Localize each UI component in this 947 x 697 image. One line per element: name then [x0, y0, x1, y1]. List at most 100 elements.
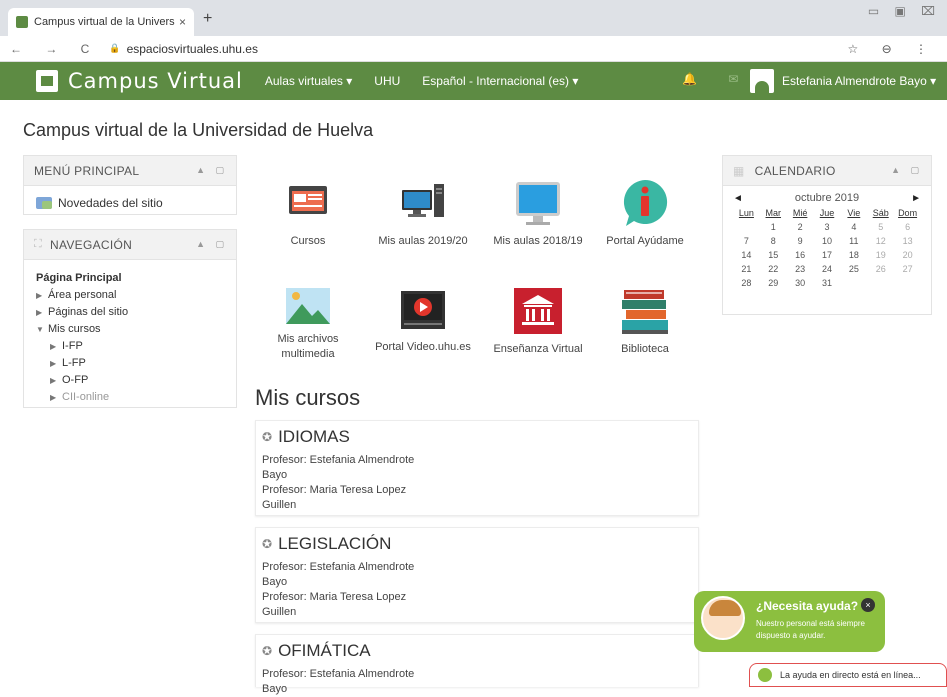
- calendar-day-header: Jue: [819, 208, 835, 218]
- nav-root[interactable]: Página Principal: [36, 270, 224, 287]
- help-close-icon[interactable]: ×: [861, 598, 875, 612]
- calendar-day[interactable]: 10: [814, 236, 841, 246]
- calendar-day[interactable]: 5: [867, 222, 894, 232]
- window-controls[interactable]: ▭ ▣ ⌧: [868, 4, 941, 18]
- calendar-day[interactable]: 25: [840, 264, 867, 274]
- link-portal-video[interactable]: Portal Video.uhu.es: [368, 290, 478, 355]
- calendar-day[interactable]: 26: [867, 264, 894, 274]
- browser-actions[interactable]: ☆ ⊖ ⋮: [848, 42, 937, 56]
- calendar-day[interactable]: 6: [894, 222, 921, 232]
- calendar-next-button[interactable]: ►: [911, 193, 921, 204]
- calendar-day[interactable]: 16: [787, 250, 814, 260]
- tab-title: Campus virtual de la Universidad: [34, 16, 175, 28]
- calendar-day[interactable]: 27: [894, 264, 921, 274]
- browser-tab[interactable]: Campus virtual de la Universidad ×: [8, 8, 194, 36]
- user-menu[interactable]: Estefania Almendrote Bayo ▾: [782, 74, 936, 88]
- link-biblioteca[interactable]: Biblioteca: [590, 288, 700, 357]
- calendar-day[interactable]: 23: [787, 264, 814, 274]
- course-title[interactable]: ✪ LEGISLACIÓN: [262, 534, 692, 554]
- course-teacher[interactable]: Profesor: Maria Teresa Lopez Guillen: [262, 483, 437, 513]
- calendar-day[interactable]: 28: [733, 278, 760, 288]
- course-title[interactable]: ✪ IDIOMAS: [262, 427, 692, 447]
- nav-label: Área personal: [48, 289, 117, 301]
- brand-title[interactable]: Campus Virtual: [68, 69, 243, 93]
- calendar-day[interactable]: 19: [867, 250, 894, 260]
- link-cursos[interactable]: Cursos: [253, 178, 363, 249]
- sitemap-icon: ⛶: [34, 238, 42, 250]
- new-tab-button[interactable]: +: [203, 10, 212, 28]
- calendar-day[interactable]: 31: [814, 278, 841, 288]
- block-calendario: ▦ CALENDARIO ▲ ▢ ◄ octubre 2019 ► Lun Mar…: [722, 155, 932, 315]
- menu-uhu[interactable]: UHU: [374, 74, 400, 88]
- nav-course-lfp[interactable]: ▶ L-FP: [36, 355, 224, 372]
- mis-cursos-heading: Mis cursos: [255, 385, 361, 410]
- course-title[interactable]: ✪ OFIMÁTICA: [262, 641, 692, 661]
- help-widget[interactable]: ¿Necesita ayuda? × Nuestro personal está…: [694, 591, 885, 652]
- calendar-day[interactable]: 21: [733, 264, 760, 274]
- nav-course-cii-online[interactable]: ▶ CII-online: [36, 389, 224, 406]
- link-mis-aulas-2018[interactable]: Mis aulas 2018/19: [483, 178, 593, 249]
- calendar-day[interactable]: 22: [760, 264, 787, 274]
- course-card: ✪ OFIMÁTICA Profesor: Estefania Almendrot…: [255, 634, 699, 695]
- nav-course-ofp[interactable]: ▶ O-FP: [36, 372, 224, 389]
- campus-logo-icon[interactable]: [36, 70, 58, 92]
- link-ensenanza-virtual[interactable]: Enseñanza Virtual: [483, 288, 593, 357]
- calendar-day: [840, 278, 867, 288]
- live-chat-bar[interactable]: La ayuda en directo está en línea...: [749, 663, 947, 687]
- course-card: ✪ LEGISLACIÓN Profesor: Estefania Almendr…: [255, 527, 699, 623]
- calendar-day[interactable]: 4: [840, 222, 867, 232]
- calendar-day[interactable]: 3: [814, 222, 841, 232]
- nav-item-mis-cursos[interactable]: ▼ Mis cursos: [36, 321, 224, 338]
- calendar-day[interactable]: 7: [733, 236, 760, 246]
- block-controls[interactable]: ▲ ▢: [196, 165, 228, 176]
- help-title: ¿Necesita ayuda?: [756, 599, 859, 613]
- course-icon: ✪: [262, 644, 273, 658]
- course-name: LEGISLACIÓN: [278, 534, 392, 553]
- course-teacher[interactable]: Profesor: Estefania Almendrote Bayo: [262, 560, 437, 590]
- calendar-day[interactable]: 20: [894, 250, 921, 260]
- course-teacher[interactable]: Profesor: Estefania Almendrote Bayo: [262, 667, 437, 697]
- calendar-day-header: Mar: [765, 208, 782, 218]
- nav-item-paginas-sitio[interactable]: ▶ Páginas del sitio: [36, 304, 224, 321]
- block-header: ▦ CALENDARIO ▲ ▢: [723, 156, 931, 186]
- nav-label: L-FP: [62, 357, 86, 369]
- calendar-day-header: Dom: [898, 208, 918, 218]
- calendar-day[interactable]: 13: [894, 236, 921, 246]
- block-controls[interactable]: ▲ ▢: [891, 165, 923, 176]
- calendar-day[interactable]: 24: [814, 264, 841, 274]
- nav-course-ifp[interactable]: ▶ I-FP: [36, 338, 224, 355]
- link-portal-ayudame[interactable]: Portal Ayúdame: [590, 178, 700, 249]
- course-teacher[interactable]: Profesor: Maria Teresa Lopez Guillen: [262, 590, 437, 620]
- calendar-day[interactable]: 11: [840, 236, 867, 246]
- browser-nav-buttons[interactable]: ← → C: [10, 42, 99, 56]
- link-label: Cursos: [290, 235, 326, 247]
- notification-message-icons[interactable]: 🔔 ✉: [682, 72, 752, 86]
- menu-language[interactable]: Español - Internacional (es) ▾: [422, 74, 578, 88]
- calendar-day[interactable]: 30: [787, 278, 814, 288]
- nav-item-area-personal[interactable]: ▶ Área personal: [36, 287, 224, 304]
- block-controls[interactable]: ▲ ▢: [196, 239, 228, 250]
- block-header: MENÚ PRINCIPAL ▲ ▢: [24, 156, 236, 186]
- tab-close-icon[interactable]: ×: [179, 15, 186, 29]
- link-mis-aulas-2019[interactable]: Mis aulas 2019/20: [368, 178, 478, 249]
- calendar-day[interactable]: 12: [867, 236, 894, 246]
- url-field[interactable]: espaciosvirtuales.uhu.es: [127, 42, 258, 56]
- calendar-day[interactable]: 2: [787, 222, 814, 232]
- menu-aulas-virtuales[interactable]: Aulas virtuales ▾: [265, 74, 352, 88]
- user-avatar[interactable]: [750, 69, 774, 93]
- course-teacher[interactable]: Profesor: Estefania Almendrote Bayo: [262, 453, 437, 483]
- forum-icon: [36, 197, 52, 209]
- chat-agent-icon: [758, 668, 772, 682]
- news-link[interactable]: Novedades del sitio: [24, 186, 236, 220]
- calendar-day[interactable]: 9: [787, 236, 814, 246]
- news-link-label: Novedades del sitio: [58, 196, 163, 210]
- calendar-day[interactable]: 17: [814, 250, 841, 260]
- calendar-day[interactable]: 8: [760, 236, 787, 246]
- calendar-prev-button[interactable]: ◄: [733, 193, 743, 204]
- calendar-day[interactable]: 15: [760, 250, 787, 260]
- calendar-day[interactable]: 1: [760, 222, 787, 232]
- calendar-day[interactable]: 18: [840, 250, 867, 260]
- calendar-day[interactable]: 14: [733, 250, 760, 260]
- calendar-day[interactable]: 29: [760, 278, 787, 288]
- link-mis-archivos[interactable]: Mis archivos multimedia: [253, 286, 363, 362]
